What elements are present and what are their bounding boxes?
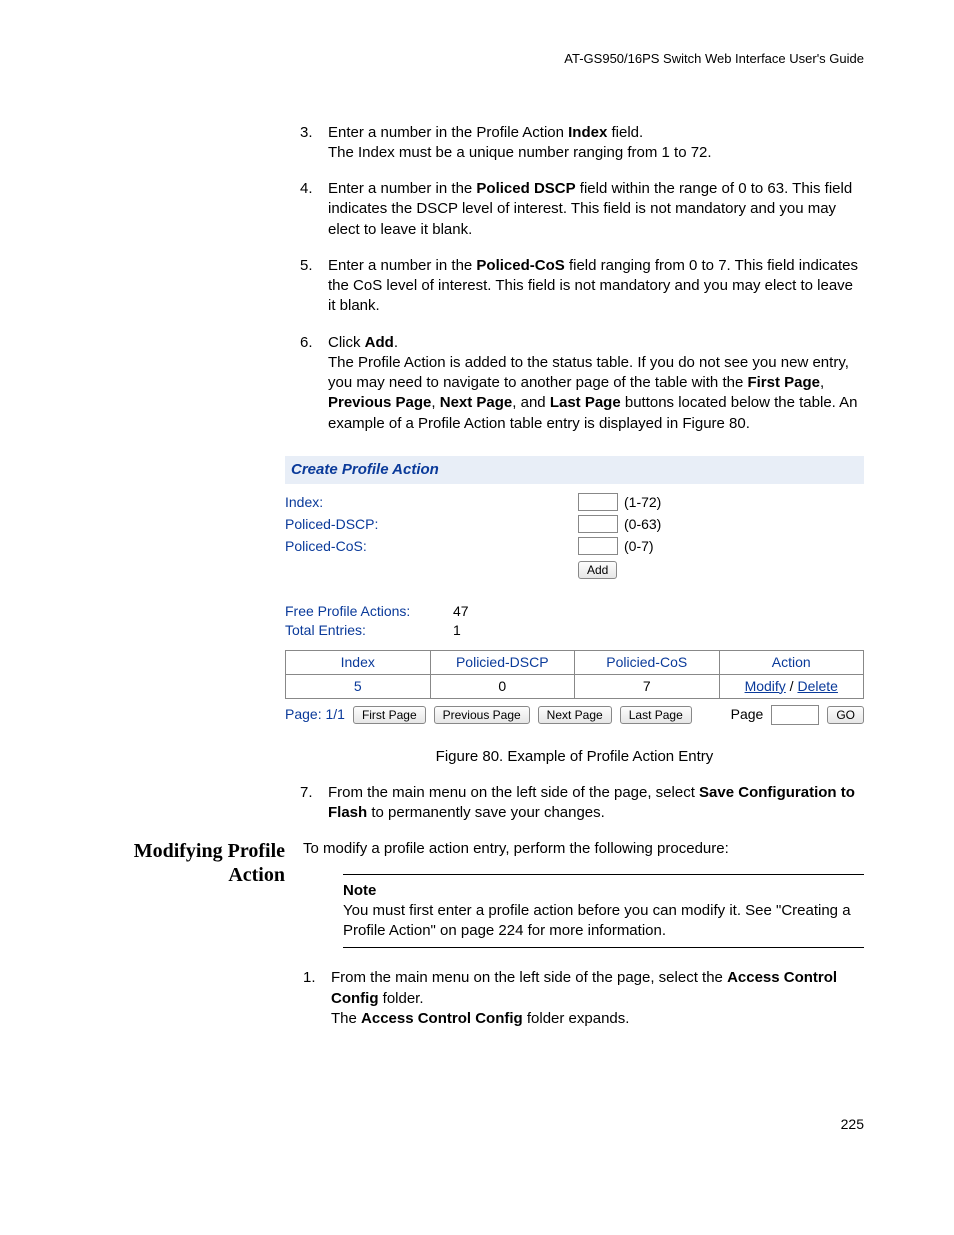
free-actions-value: 47 <box>453 602 469 621</box>
step-number: 1. <box>303 968 331 1029</box>
t: field. <box>607 124 643 141</box>
add-button[interactable]: Add <box>578 561 617 579</box>
t: Enter a number in the Profile Action <box>328 124 568 141</box>
form-row-cos: Policed-CoS: (0-7) <box>285 537 864 556</box>
step-body: From the main menu on the left side of t… <box>328 783 864 824</box>
section-modifying: Modifying Profile Action To modify a pro… <box>110 839 864 1045</box>
figure-screenshot: Create Profile Action Index: (1-72) Poli… <box>285 456 864 725</box>
col-cos: Policied-CoS <box>575 650 720 674</box>
sep: / <box>786 678 798 694</box>
page-indicator: Page: 1/1 <box>285 705 345 724</box>
t: Previous Page <box>328 394 431 411</box>
total-entries-value: 1 <box>453 621 461 640</box>
step-5: 5. Enter a number in the Policed-CoS fie… <box>300 256 864 317</box>
hint: (1-72) <box>624 493 661 512</box>
step-number: 3. <box>300 123 328 164</box>
step-number: 6. <box>300 333 328 434</box>
figure-caption: Figure 80. Example of Profile Action Ent… <box>285 747 864 767</box>
next-page-button[interactable]: Next Page <box>538 706 612 724</box>
index-input[interactable] <box>578 493 618 511</box>
free-actions-label: Free Profile Actions: <box>285 602 453 621</box>
label: Index: <box>285 493 578 512</box>
step-4: 4. Enter a number in the Policed DSCP fi… <box>300 179 864 240</box>
t: Policed DSCP <box>476 180 575 197</box>
t: to permanently save your changes. <box>367 804 605 821</box>
cell-dscp: 0 <box>430 674 575 698</box>
form-row-index: Index: (1-72) <box>285 493 864 512</box>
steps-list-2: 7. From the main menu on the left side o… <box>300 783 864 824</box>
t: Enter a number in the <box>328 257 476 274</box>
page-label: Page <box>731 705 764 724</box>
t: Click <box>328 334 365 351</box>
cell-index: 5 <box>286 674 431 698</box>
step-body: From the main menu on the left side of t… <box>331 968 864 1029</box>
t: folder. <box>378 990 423 1007</box>
t: Enter a number in the <box>328 180 476 197</box>
step-body: Enter a number in the Policed-CoS field … <box>328 256 864 317</box>
panel-title: Create Profile Action <box>285 456 864 484</box>
table-row: 5 0 7 Modify / Delete <box>286 674 864 698</box>
t: The <box>331 1010 361 1027</box>
t: From the main menu on the left side of t… <box>328 784 699 801</box>
t: folder expands. <box>523 1010 630 1027</box>
note-box: Note You must first enter a profile acti… <box>343 874 864 949</box>
previous-page-button[interactable]: Previous Page <box>434 706 530 724</box>
step-body: Enter a number in the Policed DSCP field… <box>328 179 864 240</box>
step-6: 6. Click Add. The Profile Action is adde… <box>300 333 864 434</box>
label: Policed-DSCP: <box>285 515 578 534</box>
t: Add <box>365 334 394 351</box>
t: Policed-CoS <box>476 257 564 274</box>
section-intro: To modify a profile action entry, perfor… <box>303 839 864 859</box>
t: Index <box>568 124 607 141</box>
t: , <box>820 374 824 391</box>
step-number: 5. <box>300 256 328 317</box>
step-7: 7. From the main menu on the left side o… <box>300 783 864 824</box>
steps-list: 3. Enter a number in the Profile Action … <box>300 123 864 434</box>
t: Access Control Config <box>361 1010 523 1027</box>
step-number: 4. <box>300 179 328 240</box>
profile-action-table: Index Policied-DSCP Policied-CoS Action … <box>285 650 864 699</box>
col-action: Action <box>719 650 864 674</box>
step-body: Enter a number in the Profile Action Ind… <box>328 123 864 164</box>
t: The Index must be a unique number rangin… <box>328 144 712 161</box>
col-dscp: Policied-DSCP <box>430 650 575 674</box>
section-heading: Modifying Profile Action <box>110 839 303 887</box>
total-entries-label: Total Entries: <box>285 621 453 640</box>
stats: Free Profile Actions: 47 Total Entries: … <box>285 602 864 640</box>
t: From the main menu on the left side of t… <box>331 969 727 986</box>
policed-cos-input[interactable] <box>578 537 618 555</box>
form-row-dscp: Policed-DSCP: (0-63) <box>285 515 864 534</box>
page-input[interactable] <box>771 705 819 725</box>
t: , <box>431 394 439 411</box>
section-body: To modify a profile action entry, perfor… <box>303 839 864 1045</box>
step-3: 3. Enter a number in the Profile Action … <box>300 123 864 164</box>
page-header: AT-GS950/16PS Switch Web Interface User'… <box>110 50 864 68</box>
hint: (0-7) <box>624 537 654 556</box>
t: Next Page <box>440 394 513 411</box>
modify-link[interactable]: Modify <box>745 678 786 694</box>
cell-cos: 7 <box>575 674 720 698</box>
go-button[interactable]: GO <box>827 706 864 724</box>
col-index: Index <box>286 650 431 674</box>
pager: Page: 1/1 First Page Previous Page Next … <box>285 705 864 725</box>
cell-action: Modify / Delete <box>719 674 864 698</box>
delete-link[interactable]: Delete <box>797 678 837 694</box>
step-number: 7. <box>300 783 328 824</box>
t: First Page <box>747 374 820 391</box>
step-body: Click Add. The Profile Action is added t… <box>328 333 864 434</box>
first-page-button[interactable]: First Page <box>353 706 426 724</box>
policed-dscp-input[interactable] <box>578 515 618 533</box>
t: . <box>394 334 398 351</box>
note-body: You must first enter a profile action be… <box>343 901 864 942</box>
note-label: Note <box>343 881 864 901</box>
mod-step-1: 1. From the main menu on the left side o… <box>303 968 864 1029</box>
page-number: 225 <box>110 1115 864 1134</box>
t: Last Page <box>550 394 621 411</box>
table-header-row: Index Policied-DSCP Policied-CoS Action <box>286 650 864 674</box>
t: , and <box>512 394 550 411</box>
hint: (0-63) <box>624 515 661 534</box>
last-page-button[interactable]: Last Page <box>620 706 692 724</box>
label: Policed-CoS: <box>285 537 578 556</box>
